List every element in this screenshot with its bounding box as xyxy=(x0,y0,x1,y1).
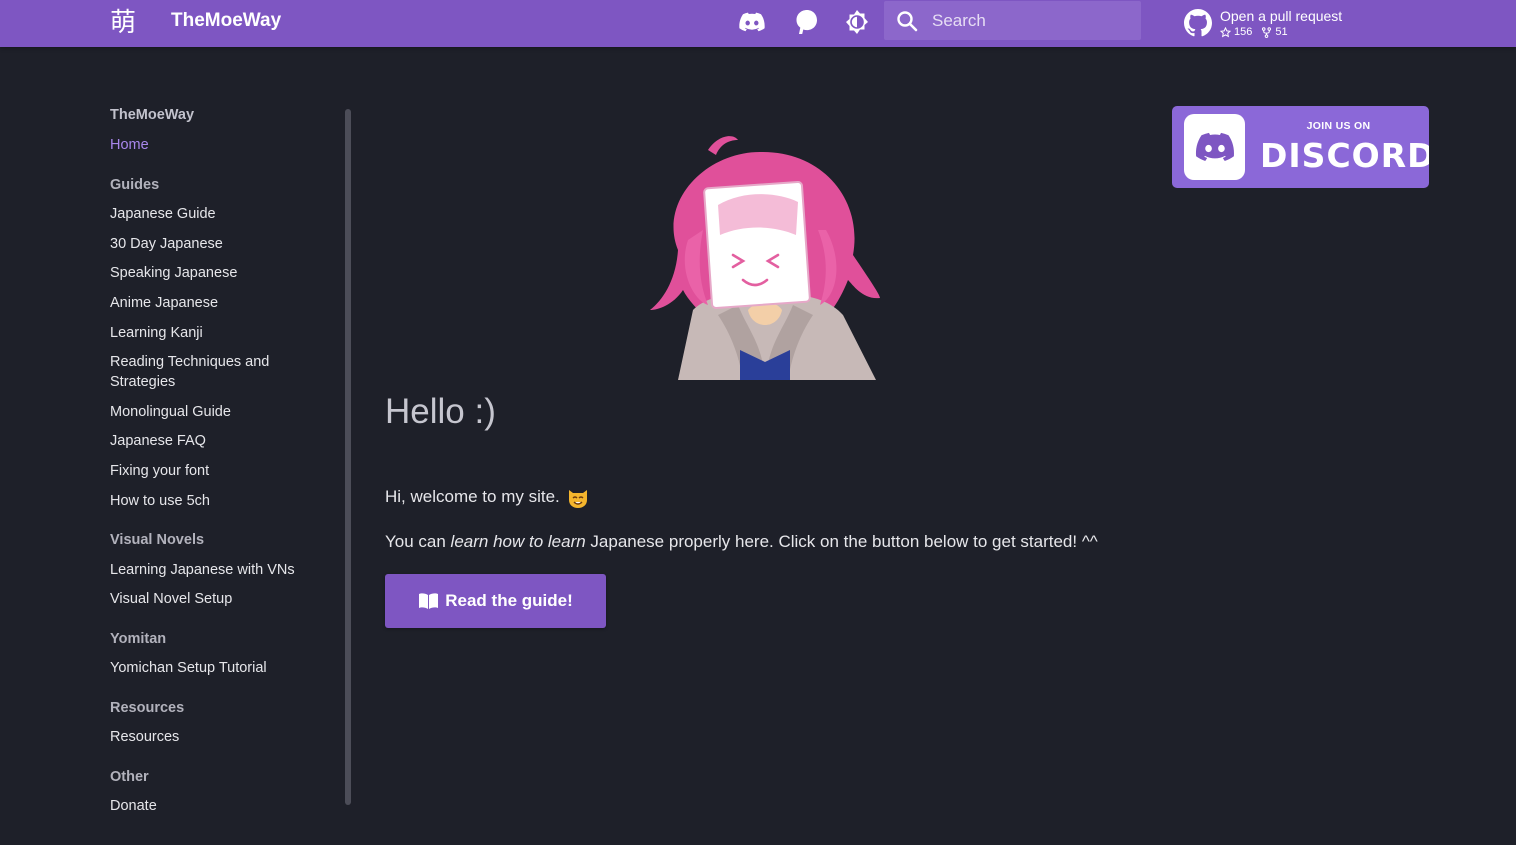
sidebar-section-guides[interactable]: Guides xyxy=(110,177,159,193)
sidebar-item-how-to-use-5ch[interactable]: How to use 5ch xyxy=(110,491,210,511)
theme-toggle-icon[interactable] xyxy=(842,7,872,37)
sidebar-item-anime-japanese[interactable]: Anime Japanese xyxy=(110,293,218,313)
repo-forks: 51 xyxy=(1261,26,1288,39)
top-header: 萌 TheMoeWay Open a pull request 156 51 xyxy=(0,0,1516,47)
page-heading: Hello :) xyxy=(385,392,496,431)
sidebar-item-vn-setup[interactable]: Visual Novel Setup xyxy=(110,589,232,609)
search-icon xyxy=(897,10,918,31)
sidebar-item-learning-with-vns[interactable]: Learning Japanese with VNs xyxy=(110,560,295,580)
sidebar-item-donate[interactable]: Donate xyxy=(110,796,157,816)
search-box[interactable] xyxy=(884,1,1141,40)
sidebar-item-resources[interactable]: Resources xyxy=(110,727,179,747)
intro-text: You can learn how to learn Japanese prop… xyxy=(385,532,1098,551)
sidebar-item-monolingual-guide[interactable]: Monolingual Guide xyxy=(110,402,231,422)
patreon-icon[interactable] xyxy=(790,7,820,37)
sidebar-item-30-day-japanese[interactable]: 30 Day Japanese xyxy=(110,234,223,254)
sidebar-item-speaking-japanese[interactable]: Speaking Japanese xyxy=(110,263,237,283)
sidebar-nav: TheMoeWay Home Guides Japanese Guide 30 … xyxy=(110,100,350,820)
sidebar-section-other[interactable]: Other xyxy=(110,769,149,785)
sidebar-item-home[interactable]: Home xyxy=(110,135,149,155)
smiling-cat-icon xyxy=(568,490,587,508)
sidebar-item-reading-techniques[interactable]: Reading Techniques and Strategies xyxy=(110,352,310,392)
discord-join-banner[interactable]: JOIN US ON DISCORD xyxy=(1172,106,1429,188)
sidebar-scrollbar[interactable] xyxy=(345,109,351,805)
book-open-icon xyxy=(419,593,439,609)
read-guide-button[interactable]: Read the guide! xyxy=(385,574,606,628)
sidebar-item-yomichan-setup[interactable]: Yomichan Setup Tutorial xyxy=(110,658,267,678)
repo-link[interactable]: Open a pull request 156 51 xyxy=(1184,4,1342,42)
sidebar-section-yomitan[interactable]: Yomitan xyxy=(110,631,166,647)
search-input[interactable] xyxy=(932,10,1122,31)
repo-stars: 156 xyxy=(1220,26,1252,39)
mascot-image xyxy=(648,130,882,380)
discord-icon[interactable] xyxy=(737,7,767,37)
discord-logo-icon xyxy=(1184,114,1245,180)
sidebar-item-fixing-font[interactable]: Fixing your font xyxy=(110,461,209,481)
discord-banner-word: DISCORD xyxy=(1260,136,1429,175)
intro-emphasis: learn how to learn xyxy=(450,532,586,551)
sidebar-item-learning-kanji[interactable]: Learning Kanji xyxy=(110,323,203,343)
repo-label: Open a pull request xyxy=(1220,7,1343,24)
star-icon xyxy=(1220,26,1231,37)
site-title[interactable]: TheMoeWay xyxy=(171,0,281,47)
discord-banner-top-text: JOIN US ON xyxy=(1306,120,1371,132)
github-icon xyxy=(1184,9,1212,37)
sidebar-section-visual-novels[interactable]: Visual Novels xyxy=(110,532,204,548)
sidebar-section-resources[interactable]: Resources xyxy=(110,700,184,716)
site-logo[interactable]: 萌 xyxy=(104,4,142,42)
fork-icon xyxy=(1262,26,1272,38)
sidebar-site-name[interactable]: TheMoeWay xyxy=(110,107,194,123)
sidebar-item-japanese-guide[interactable]: Japanese Guide xyxy=(110,204,216,224)
welcome-text: Hi, welcome to my site. xyxy=(385,485,590,509)
sidebar-item-japanese-faq[interactable]: Japanese FAQ xyxy=(110,431,206,451)
